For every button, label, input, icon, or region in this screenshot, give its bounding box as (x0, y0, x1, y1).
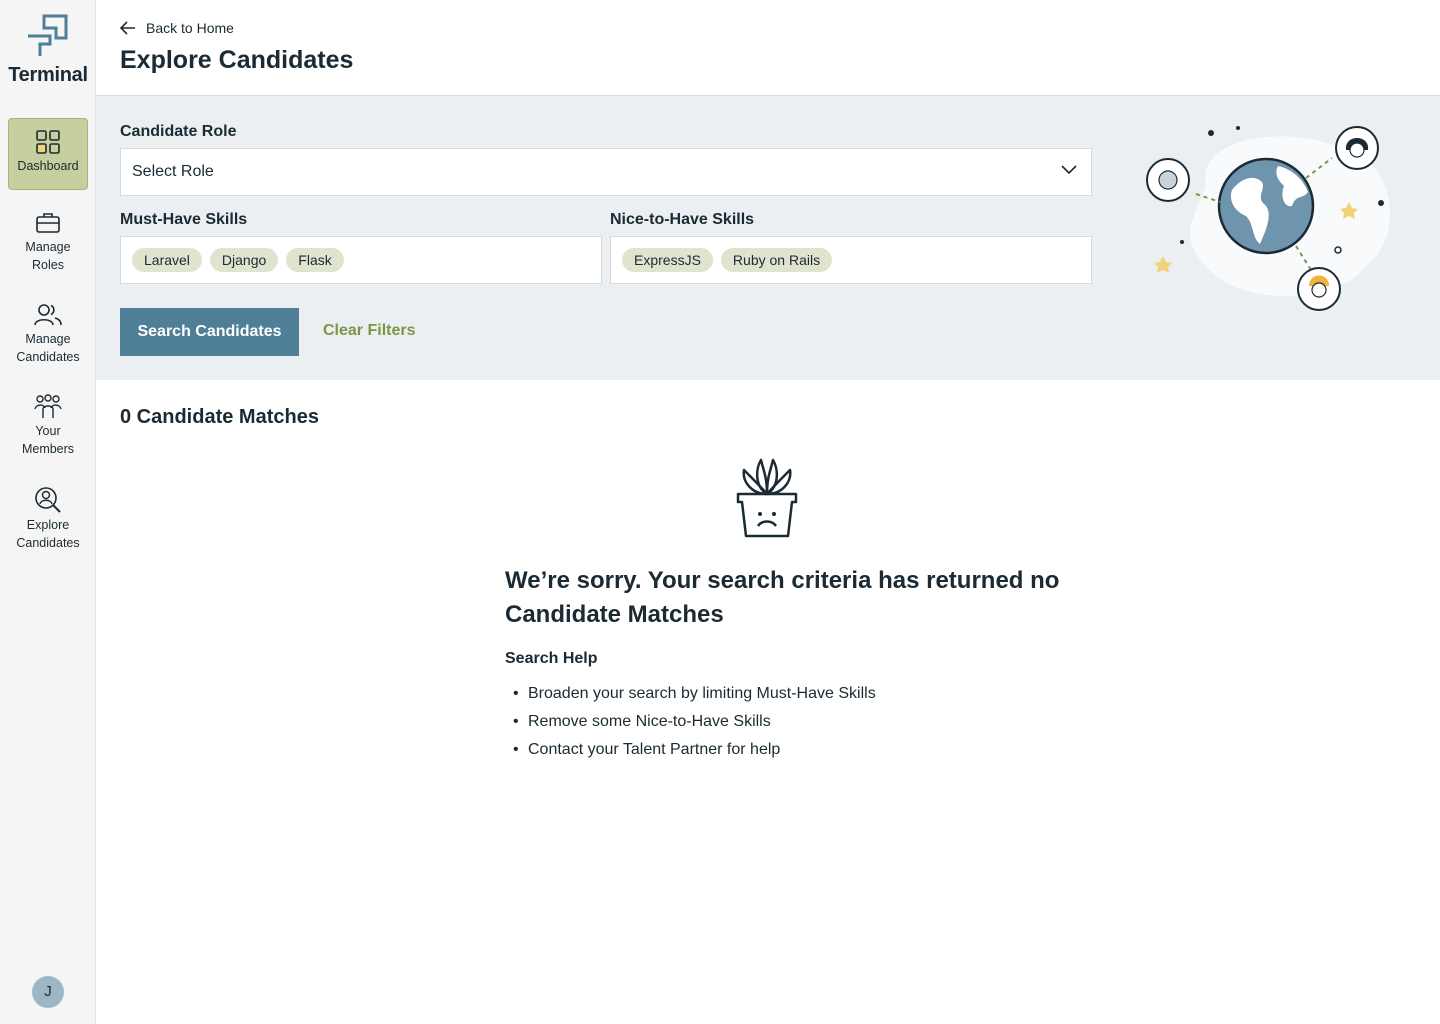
candidate-role-select[interactable]: Select Role (120, 148, 1092, 196)
search-help-list: Broaden your search by limiting Must-Hav… (505, 680, 876, 764)
sidebar-item-explore-candidates[interactable]: Explore Candidates (8, 476, 88, 552)
search-help-title: Search Help (505, 650, 598, 667)
clear-filters-button[interactable]: Clear Filters (323, 322, 415, 340)
briefcase-icon (36, 213, 60, 233)
back-to-home-link[interactable]: Back to Home (120, 20, 234, 36)
list-item: Remove some Nice-to-Have Skills (505, 708, 876, 736)
role-select-value: Select Role (132, 163, 214, 180)
must-have-skills-label: Must-Have Skills (120, 211, 248, 228)
team-icon (34, 394, 62, 418)
sidebar-item-label: Your Members (21, 424, 75, 456)
skill-tag[interactable]: Ruby on Rails (720, 248, 833, 272)
user-avatar[interactable]: J (32, 976, 64, 1008)
chevron-down-icon (1061, 165, 1077, 175)
page-title: Explore Candidates (120, 46, 354, 74)
sidebar-item-dashboard[interactable]: Dashboard (8, 118, 88, 190)
skill-tag[interactable]: Flask (286, 248, 344, 272)
arrow-left-icon (120, 21, 135, 35)
grid-icon (36, 130, 60, 154)
filter-panel: Candidate Role Select Role Must-Have Ski… (96, 96, 1440, 380)
sidebar-item-label: Dashboard (17, 159, 79, 173)
search-person-icon (35, 487, 61, 513)
globe-network-illustration (1146, 126, 1390, 311)
empty-state-title: We’re sorry. Your search criteria has re… (505, 567, 1060, 628)
brand-logo[interactable]: Terminal (0, 14, 96, 87)
list-item: Broaden your search by limiting Must-Hav… (505, 680, 876, 708)
terminal-logo-icon (28, 14, 68, 56)
sidebar-item-your-members[interactable]: Your Members (8, 384, 88, 458)
nice-to-have-skills-label: Nice-to-Have Skills (610, 211, 755, 228)
candidate-matches-count: 0 Candidate Matches (120, 406, 319, 428)
sidebar-item-label: Manage Roles (25, 240, 71, 272)
candidate-role-label: Candidate Role (120, 123, 237, 140)
list-item: Contact your Talent Partner for help (505, 736, 876, 764)
sidebar-item-manage-roles[interactable]: Manage Roles (8, 200, 88, 274)
must-have-skills-input[interactable]: Laravel Django Flask (120, 236, 602, 284)
sidebar-item-manage-candidates[interactable]: Manage Candidates (8, 292, 88, 366)
back-link-label: Back to Home (146, 20, 234, 36)
search-candidates-button[interactable]: Search Candidates (120, 308, 299, 356)
sidebar: Terminal Dashboard Manage Roles Manage C… (0, 0, 96, 1024)
brand-name: Terminal (8, 64, 88, 86)
page-header: Back to Home Explore Candidates (96, 0, 1440, 96)
users-icon (34, 304, 62, 326)
skill-tag[interactable]: Laravel (132, 248, 202, 272)
sidebar-item-label: Manage Candidates (16, 332, 80, 364)
sidebar-item-label: Explore Candidates (16, 518, 80, 550)
sad-plant-icon (736, 458, 798, 538)
nice-to-have-skills-input[interactable]: ExpressJS Ruby on Rails (610, 236, 1092, 284)
skill-tag[interactable]: Django (209, 248, 279, 272)
skill-tag[interactable]: ExpressJS (622, 248, 713, 272)
